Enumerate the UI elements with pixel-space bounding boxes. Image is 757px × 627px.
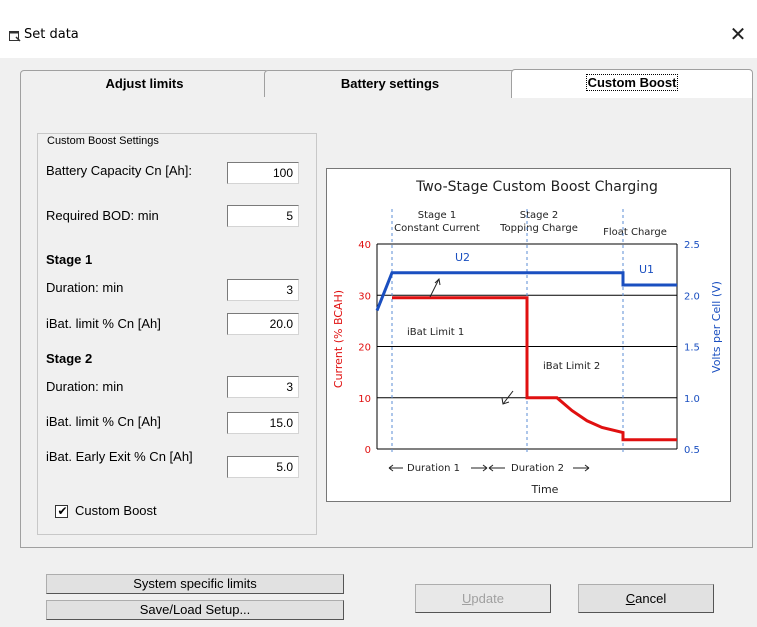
app-icon — [9, 31, 21, 42]
update-button-accel: U — [462, 591, 472, 606]
right-tick-label: 2.5 — [684, 240, 700, 251]
phase1-label-line2: Constant Current — [394, 223, 480, 234]
duration-row: Duration 1 Duration 2 — [388, 463, 590, 474]
left-tick-label: 0 — [365, 445, 371, 456]
close-icon: ✕ — [729, 22, 747, 46]
stage1-ibat-limit-field[interactable]: 20.0 — [227, 313, 299, 335]
phase1-label-line1: Stage 1 — [418, 210, 456, 221]
window-title: Set data — [24, 27, 79, 42]
update-button[interactable]: Update — [415, 584, 551, 613]
stage2-ibat-limit-field[interactable]: 15.0 — [227, 412, 299, 434]
left-tick-label: 20 — [358, 343, 371, 354]
update-button-label: pdate — [471, 591, 504, 606]
close-button[interactable]: ✕ — [726, 22, 750, 46]
battery-capacity-label: Battery Capacity Cn [Ah]: — [46, 163, 192, 178]
cancel-button[interactable]: Cancel — [578, 584, 714, 613]
stage2-ibat-limit-label: iBat. limit % Cn [Ah] — [46, 414, 161, 429]
duration1-left-arrow — [388, 464, 403, 472]
checkmark-icon: ✔ — [57, 504, 68, 518]
stage1-ibat-limit-label: iBat. limit % Cn [Ah] — [46, 316, 161, 331]
duration2-label: Duration 2 — [511, 463, 564, 474]
right-tick-label: 2.0 — [684, 291, 700, 302]
right-axis-ticks: 0.5 1.0 1.5 2.0 2.5 — [684, 240, 700, 456]
custom-boost-checkbox-label[interactable]: Custom Boost — [75, 503, 157, 518]
battery-capacity-field[interactable]: 100 — [227, 162, 299, 184]
duration1-label: Duration 1 — [407, 463, 460, 474]
duration2-left-arrow — [488, 464, 505, 472]
phase-labels: Stage 1 Constant Current Stage 2 Topping… — [394, 210, 667, 238]
duration2-right-arrow — [573, 464, 590, 472]
stage2-duration-label: Duration: min — [46, 379, 124, 394]
left-tick-label: 40 — [358, 240, 371, 251]
voltage-label-u2: U2 — [455, 251, 470, 264]
current-series-line — [392, 296, 677, 442]
left-tick-label: 30 — [358, 291, 371, 302]
stage2-duration-field[interactable]: 3 — [227, 376, 299, 398]
phase2-label-line2: Topping Charge — [499, 223, 578, 234]
cancel-button-accel: C — [625, 591, 636, 606]
system-specific-limits-button[interactable]: System specific limits — [46, 574, 344, 594]
duration1-right-arrow — [471, 464, 488, 472]
tab-custom-boost-label: Custom Boost — [585, 74, 679, 91]
annotation-ibat-limit-2: iBat Limit 2 — [543, 361, 600, 372]
required-bod-label: Required BOD: min — [46, 208, 159, 223]
two-stage-charging-chart: Two-Stage Custom Boost Charging Stage 1 … — [332, 179, 723, 496]
stage2-heading: Stage 2 — [46, 351, 93, 366]
voltage-label-u1: U1 — [639, 263, 654, 276]
left-tick-label: 10 — [358, 394, 371, 405]
right-tick-label: 1.5 — [684, 343, 700, 354]
right-axis-label: Volts per Cell (V) — [710, 281, 723, 373]
chart-frame: Two-Stage Custom Boost Charging Stage 1 … — [326, 168, 731, 502]
cancel-button-label: ancel — [635, 591, 667, 606]
stage2-early-exit-field[interactable]: 5.0 — [227, 456, 299, 478]
chart-title: Two-Stage Custom Boost Charging — [415, 179, 658, 195]
custom-boost-checkbox[interactable]: ✔ — [55, 504, 68, 518]
right-tick-label: 0.5 — [684, 445, 700, 456]
tab-battery-settings[interactable]: Battery settings — [264, 70, 516, 97]
group-legend: Custom Boost Settings — [45, 135, 161, 147]
x-axis-label: Time — [531, 483, 559, 496]
save-load-setup-button[interactable]: Save/Load Setup... — [46, 600, 344, 620]
stage1-duration-label: Duration: min — [46, 280, 124, 295]
title-bar: Set data ✕ — [0, 0, 757, 58]
left-axis-ticks: 0 10 20 30 40 — [358, 240, 371, 456]
stage1-duration-field[interactable]: 3 — [227, 279, 299, 301]
annotation-ibat-limit-1: iBat Limit 1 — [407, 327, 464, 338]
phase3-label-line2: Float Charge — [603, 227, 667, 238]
tab-adjust-limits[interactable]: Adjust limits — [20, 70, 269, 97]
required-bod-field[interactable]: 5 — [227, 205, 299, 227]
stage1-heading: Stage 1 — [46, 252, 93, 267]
tab-custom-boost[interactable]: Custom Boost — [511, 69, 753, 98]
phase2-label-line1: Stage 2 — [520, 210, 558, 221]
right-tick-label: 1.0 — [684, 394, 700, 405]
annotation-arrow-1 — [429, 278, 440, 298]
stage2-early-exit-label: iBat. Early Exit % Cn [Ah] — [46, 449, 193, 464]
left-axis-label: Current (% BCAH) — [332, 290, 345, 388]
